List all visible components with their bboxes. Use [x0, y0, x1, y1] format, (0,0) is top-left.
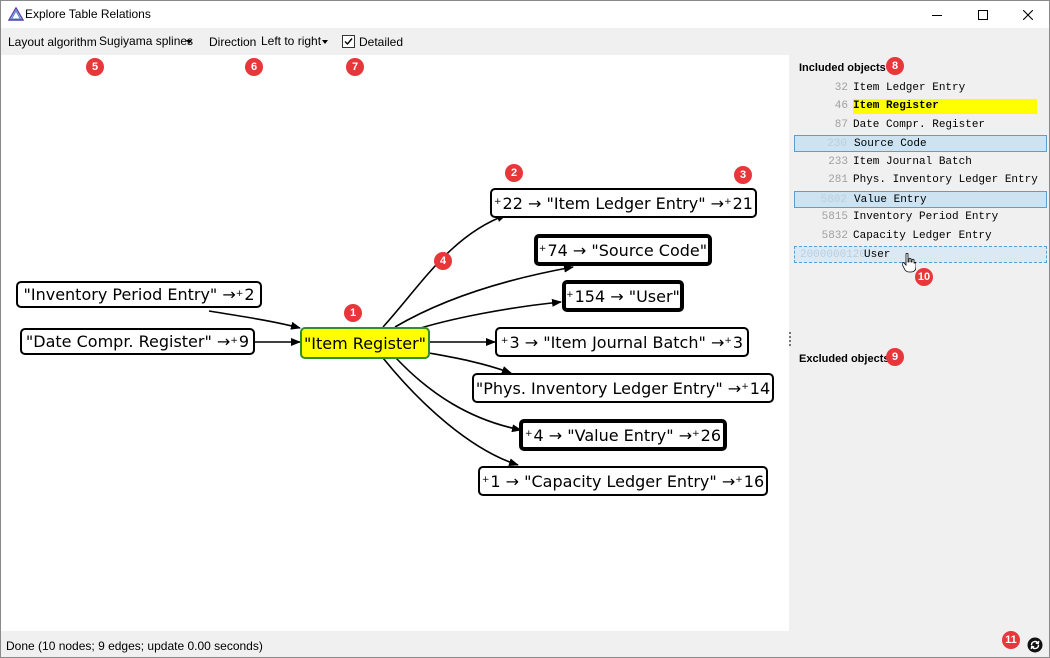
checkmark-icon — [344, 38, 353, 46]
detailed-label[interactable]: Detailed — [359, 35, 403, 49]
annotation-badge: 10 — [915, 268, 933, 286]
direction-value: Left to right — [261, 34, 322, 48]
graph-canvas[interactable]: "Inventory Period Entry" → +2 "Date Comp… — [1, 55, 789, 631]
edge-item-register-to-item-ledger — [382, 214, 507, 328]
annotation-badge: 7 — [346, 58, 364, 76]
included-object-row[interactable]: 87 Date Compr. Register — [794, 117, 1047, 134]
layout-algorithm-label: Layout algorithm — [8, 35, 97, 49]
status-text: Done (10 nodes; 9 edges; update 0.00 sec… — [6, 639, 263, 653]
included-objects-heading: Included objects — [799, 62, 886, 74]
included-object-row[interactable]: 5802 Value Entry — [794, 191, 1047, 208]
node-value-entry[interactable]: +4 → "Value Entry" → +26 — [519, 419, 727, 451]
node-capacity-ledger-entry[interactable]: +1 → "Capacity Ledger Entry" → +16 — [478, 466, 768, 496]
node-item-register[interactable]: "Item Register" — [300, 327, 430, 359]
included-object-row[interactable]: 5832 Capacity Ledger Entry — [794, 228, 1047, 245]
included-object-row[interactable]: 230 Source Code — [794, 135, 1047, 152]
window-title: Explore Table Relations — [25, 7, 151, 21]
minimize-icon — [932, 14, 942, 16]
app-triangle-icon — [8, 7, 24, 21]
node-phys-inventory-ledger-entry[interactable]: "Phys. Inventory Ledger Entry" → +14 — [472, 373, 774, 403]
annotation-badge: 2 — [505, 164, 523, 182]
annotation-badge: 3 — [734, 166, 752, 184]
explore-table-relations-window: Explore Table Relations Layout algorithm… — [0, 0, 1050, 658]
layout-algorithm-value: Sugiyama splines — [99, 34, 194, 48]
detailed-checkbox[interactable] — [342, 35, 355, 48]
annotation-badge: 8 — [886, 57, 904, 75]
included-object-row[interactable]: 32 Item Ledger Entry — [794, 80, 1047, 97]
included-object-row[interactable]: 233 Item Journal Batch — [794, 154, 1047, 171]
maximize-icon — [978, 9, 988, 20]
chevron-down-icon — [322, 40, 328, 44]
minimize-button[interactable] — [914, 1, 960, 28]
annotation-badge: 5 — [86, 58, 104, 76]
status-bar: Done (10 nodes; 9 edges; update 0.00 sec… — [1, 631, 1049, 657]
edge-item-register-to-source-code — [394, 264, 574, 328]
node-item-journal-batch[interactable]: +3 → "Item Journal Batch" → +3 — [495, 327, 749, 357]
annotation-badge: 11 — [1002, 631, 1020, 649]
node-date-compr-register[interactable]: "Date Compr. Register" → +9 — [20, 328, 255, 355]
layout-algorithm-select[interactable]: Sugiyama splines — [97, 33, 197, 50]
refresh-icon[interactable] — [1027, 637, 1043, 653]
annotation-badge: 9 — [886, 348, 904, 366]
included-object-row[interactable]: 5815 Inventory Period Entry — [794, 209, 1047, 226]
hand-cursor-icon — [902, 253, 916, 273]
excluded-objects-heading: Excluded objects — [799, 353, 890, 365]
included-object-row-dragging[interactable]: 2000000120 User — [794, 246, 1047, 263]
node-inventory-period-entry[interactable]: "Inventory Period Entry" → +2 — [16, 281, 262, 308]
annotation-badge: 6 — [245, 58, 263, 76]
included-object-row[interactable]: 46 Item Register — [794, 98, 1047, 115]
title-bar[interactable]: Explore Table Relations — [1, 1, 1049, 28]
chevron-down-icon — [186, 40, 192, 44]
included-object-row[interactable]: 281 Phys. Inventory Ledger Entry — [794, 172, 1047, 189]
annotation-badge: 4 — [434, 252, 452, 270]
node-source-code[interactable]: +74 → "Source Code" — [534, 234, 712, 266]
direction-select[interactable]: Left to right — [259, 33, 333, 50]
maximize-button[interactable] — [960, 1, 1006, 28]
edge-inv-period-to-item-register — [208, 310, 301, 330]
close-button[interactable] — [1005, 1, 1049, 28]
annotation-badge: 1 — [344, 304, 362, 322]
objects-panel: Included objects 32 Item Ledger Entry 46 I… — [792, 55, 1049, 631]
direction-label: Direction — [209, 35, 257, 49]
node-user[interactable]: +154 → "User" — [562, 280, 684, 312]
node-item-ledger-entry[interactable]: +22 → "Item Ledger Entry" → +21 — [490, 188, 757, 218]
toolbar: Layout algorithm Sugiyama splines Direct… — [1, 28, 1049, 55]
close-icon — [1023, 9, 1033, 20]
